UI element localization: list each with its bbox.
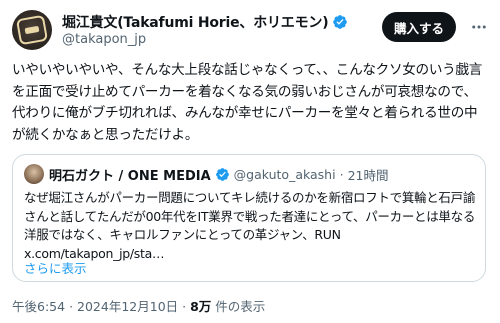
post-meta: 午後6:54 · 2024年12月10日 · 8万 件の表示 <box>12 296 265 315</box>
views-count: 8万 <box>190 299 212 314</box>
author-name-row: 堀江貴文(Takafumi Horie、ホリエモン) <box>62 12 348 32</box>
more-dots-icon <box>472 25 486 29</box>
quoted-author-avatar[interactable] <box>24 164 44 184</box>
post-text: いやいやいやいや、そんな大上段な話じゃなくって、、こんなクソ女のいう戯言を正面で… <box>12 62 483 143</box>
post-time[interactable]: 午後6:54 <box>12 299 65 314</box>
show-more-link[interactable]: さらに表示 <box>24 258 87 277</box>
author-avatar[interactable] <box>12 10 52 50</box>
meta-separator: · <box>69 299 74 314</box>
quoted-separator: · <box>339 166 344 182</box>
quoted-author-name[interactable]: 明石ガクト / ONE MEDIA <box>49 165 211 184</box>
quoted-time[interactable]: 21時間 <box>348 165 389 184</box>
verified-badge-icon <box>333 15 348 29</box>
quoted-post[interactable]: 明石ガクト / ONE MEDIA @gakuto_akashi · 21時間 … <box>12 154 486 282</box>
quoted-author-handle[interactable]: @gakuto_akashi <box>234 167 336 182</box>
avatar-logo-mark <box>15 14 49 46</box>
meta-separator-2: · <box>182 299 187 314</box>
quoted-verified-badge-icon <box>215 167 229 181</box>
post-date[interactable]: 2024年12月10日 <box>77 299 178 314</box>
author-handle[interactable]: @takapon_jp <box>62 32 146 47</box>
quoted-author-row: 明石ガクト / ONE MEDIA @gakuto_akashi · 21時間 <box>49 164 388 184</box>
quoted-text: なぜ堀江さんがパーカー問題についてキレ続けるのかを新宿ロフトで箕輪と石戸諭さんと… <box>24 190 476 261</box>
buy-button[interactable]: 購入する <box>382 12 456 42</box>
post-header: 堀江貴文(Takafumi Horie、ホリエモン) @takapon_jp 購… <box>12 10 488 50</box>
author-display-name[interactable]: 堀江貴文(Takafumi Horie、ホリエモン) <box>62 12 329 32</box>
views-label: 件の表示 <box>215 299 266 314</box>
more-options-button[interactable] <box>468 16 490 38</box>
